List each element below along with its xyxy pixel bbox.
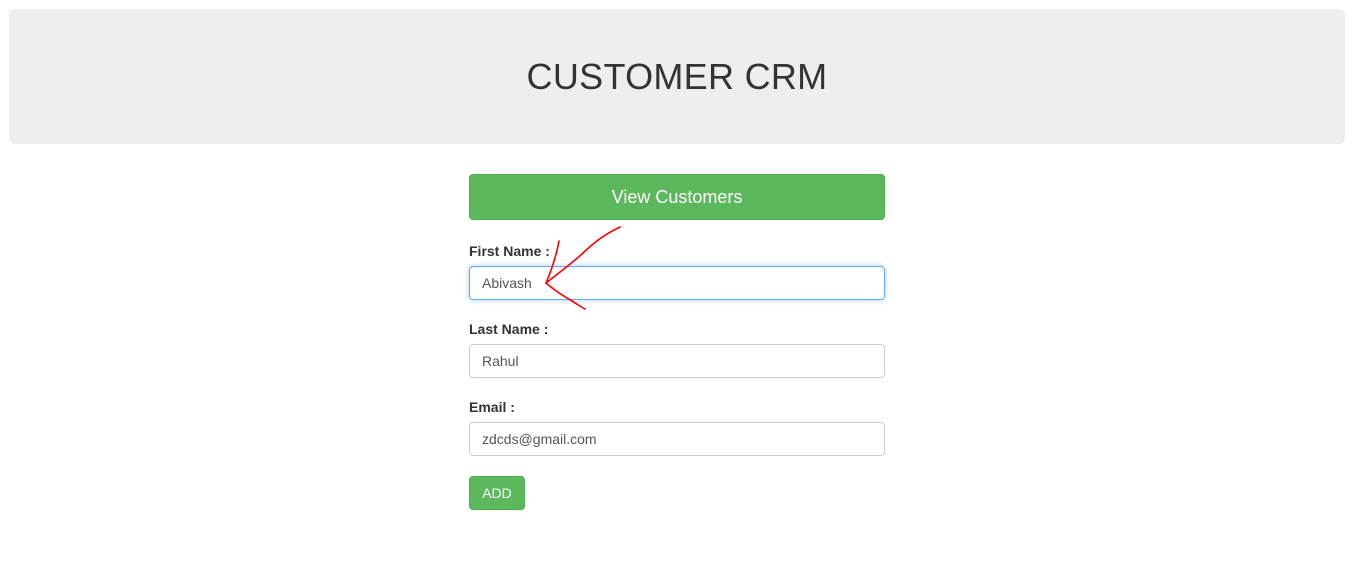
- first-name-group: First Name :: [469, 243, 885, 300]
- first-name-label: First Name :: [469, 243, 550, 259]
- page-title: CUSTOMER CRM: [526, 55, 828, 97]
- email-input[interactable]: [469, 422, 885, 456]
- first-name-input[interactable]: [469, 266, 885, 300]
- email-group: Email :: [469, 399, 885, 456]
- email-label: Email :: [469, 399, 515, 415]
- last-name-label: Last Name :: [469, 321, 549, 337]
- last-name-group: Last Name :: [469, 321, 885, 378]
- last-name-input[interactable]: [469, 344, 885, 378]
- add-button[interactable]: ADD: [469, 476, 525, 510]
- customer-form: View Customers First Name : Last Name : …: [469, 174, 885, 510]
- page-header: CUSTOMER CRM: [9, 9, 1345, 144]
- view-customers-button[interactable]: View Customers: [469, 174, 885, 220]
